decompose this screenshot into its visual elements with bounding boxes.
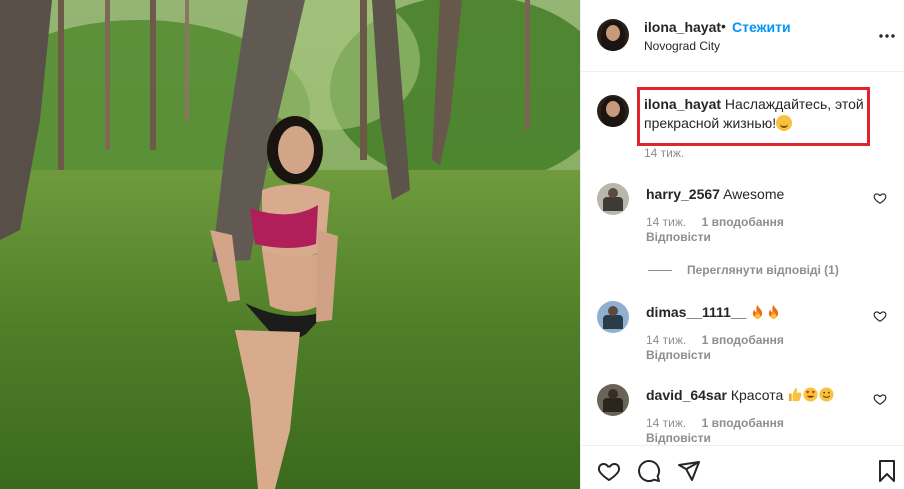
highlight-box [637, 87, 870, 146]
caption-timestamp[interactable]: 14 тиж. [644, 146, 684, 160]
comments-list[interactable]: ilona_hayat Наслаждайтесь, этой прекрасн… [581, 73, 904, 445]
fire-icon [753, 304, 763, 319]
share-icon[interactable] [677, 459, 701, 483]
author-username[interactable]: ilona_hayat [644, 19, 721, 35]
view-replies-label: Переглянути відповіді (1) [687, 263, 839, 277]
header-separator: • [721, 18, 726, 34]
comment-item: david_64sar Красота 14 тиж. 1 вподобання… [581, 384, 904, 445]
comment-like-heart-icon[interactable] [873, 392, 887, 406]
replies-divider [648, 270, 672, 271]
post-header: ilona_hayat • Стежити Novograd City [581, 0, 904, 72]
comment-meta: 14 тиж. 1 вподобання [646, 333, 784, 347]
commenter-username[interactable]: harry_2567 [646, 186, 720, 202]
smile-icon [819, 387, 834, 402]
comment-like-heart-icon[interactable] [873, 191, 887, 205]
comment-likes[interactable]: 1 вподобання [702, 416, 784, 430]
comment-meta: 14 тиж. 1 вподобання [646, 215, 784, 229]
more-horizontal-icon[interactable] [877, 26, 897, 46]
comment-likes[interactable]: 1 вподобання [702, 333, 784, 347]
post-photo[interactable] [0, 0, 580, 489]
heart-eyes-icon [803, 387, 818, 402]
comment-likes[interactable]: 1 вподобання [702, 215, 784, 229]
comment-body: Awesome [723, 186, 785, 202]
comment-item: harry_2567 Awesome 14 тиж. 1 вподобання … [581, 183, 904, 263]
comment-item: dimas__1111__ 14 тиж. 1 вподобання Відпо… [581, 301, 904, 381]
comment-body: Красота [730, 387, 784, 403]
comment-time[interactable]: 14 тиж. [646, 333, 686, 347]
commenter-username[interactable]: david_64sar [646, 387, 727, 403]
action-bar [581, 445, 904, 489]
commenter-username[interactable]: dimas__1111__ [646, 304, 746, 320]
thumbs-up-icon [789, 387, 802, 402]
commenter-avatar[interactable] [597, 384, 629, 416]
comment-like-heart-icon[interactable] [873, 309, 887, 323]
author-avatar[interactable] [597, 19, 629, 51]
bookmark-icon[interactable] [875, 459, 899, 483]
comment-time[interactable]: 14 тиж. [646, 215, 686, 229]
post-sidebar: ilona_hayat • Стежити Novograd City ilon… [580, 0, 904, 489]
comment-text: harry_2567 Awesome [646, 185, 784, 203]
reply-button[interactable]: Відповісти [646, 230, 711, 244]
comment-meta: 14 тиж. 1 вподобання [646, 416, 784, 430]
caption-avatar[interactable] [597, 95, 629, 127]
forest-photo [0, 0, 580, 489]
instagram-post: ilona_hayat • Стежити Novograd City ilon… [0, 0, 904, 489]
comment-time[interactable]: 14 тиж. [646, 416, 686, 430]
reply-button[interactable]: Відповісти [646, 431, 711, 445]
reply-button[interactable]: Відповісти [646, 348, 711, 362]
follow-button[interactable]: Стежити [732, 19, 791, 35]
commenter-avatar[interactable] [597, 183, 629, 215]
comment-icon[interactable] [637, 459, 661, 483]
commenter-avatar[interactable] [597, 301, 629, 333]
comment-text: david_64sar Красота [646, 386, 835, 404]
heart-icon[interactable] [597, 459, 621, 483]
post-location[interactable]: Novograd City [644, 39, 720, 53]
fire-icon [769, 304, 779, 319]
comment-text: dimas__1111__ [646, 303, 782, 321]
